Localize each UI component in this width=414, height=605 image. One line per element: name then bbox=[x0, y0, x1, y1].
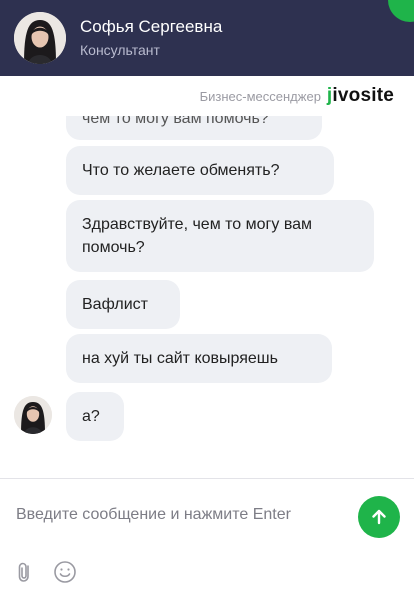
brand-bar: Бизнес-мессенджер jivosite bbox=[0, 76, 414, 116]
send-button[interactable] bbox=[358, 496, 400, 538]
attach-button[interactable] bbox=[12, 559, 38, 585]
agent-photo-small bbox=[14, 396, 52, 434]
message-avatar bbox=[14, 396, 52, 434]
logo-rest: ivosite bbox=[332, 85, 394, 106]
emoji-button[interactable] bbox=[52, 559, 78, 585]
message-bubble: Что то желаете обменять? bbox=[66, 146, 334, 195]
message-bubble: на хуй ты сайт ковыряешь bbox=[66, 334, 332, 383]
agent-info: Софья Сергеевна Консультант bbox=[80, 16, 222, 60]
message-bubble: а? bbox=[66, 392, 124, 441]
agent-photo bbox=[14, 12, 66, 64]
smiley-icon bbox=[54, 561, 76, 583]
arrow-up-icon bbox=[372, 509, 386, 525]
message-bubble: Вафлист bbox=[66, 280, 180, 329]
message-input[interactable] bbox=[16, 499, 346, 531]
agent-name: Софья Сергеевна bbox=[80, 17, 223, 36]
brand-tagline: Бизнес-мессенджер bbox=[199, 88, 321, 104]
composer bbox=[0, 479, 414, 605]
chat-header: Софья Сергеевна Консультант bbox=[0, 0, 414, 76]
paperclip-icon bbox=[18, 562, 29, 582]
message-list[interactable]: чем то могу вам помочь? Что то желаете о… bbox=[0, 76, 414, 478]
agent-avatar bbox=[14, 12, 66, 64]
message-bubble: Здравствуйте, чем то могу вам помочь? bbox=[66, 200, 374, 272]
jivosite-logo[interactable]: jivosite bbox=[327, 85, 394, 107]
agent-role: Консультант bbox=[80, 42, 160, 58]
header-corner-button[interactable] bbox=[388, 0, 414, 22]
